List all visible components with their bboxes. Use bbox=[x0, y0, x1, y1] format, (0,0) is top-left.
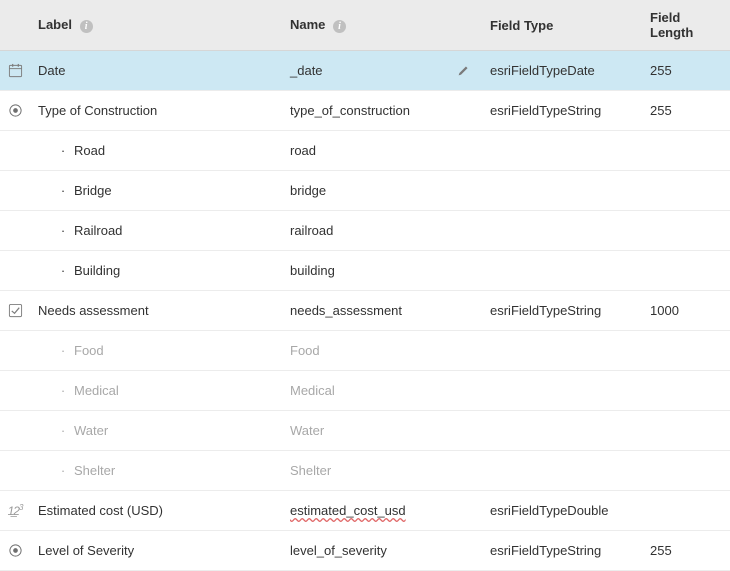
field-length: 255 bbox=[650, 535, 720, 566]
field-name: type_of_construction bbox=[290, 95, 490, 126]
field-length bbox=[650, 503, 720, 519]
field-type: esriFieldTypeDate bbox=[490, 55, 650, 86]
field-name: needs_assessment bbox=[290, 295, 490, 326]
choice-label: ·Railroad bbox=[36, 215, 290, 246]
field-length: 255 bbox=[650, 55, 720, 86]
table-row[interactable]: Needs assessment needs_assessment esriFi… bbox=[0, 291, 730, 331]
choice-row[interactable]: ·Medical Medical bbox=[0, 371, 730, 411]
choice-name: Shelter bbox=[290, 455, 490, 486]
field-name-cell: _date bbox=[290, 55, 490, 86]
choice-row[interactable]: ·Building building bbox=[0, 251, 730, 291]
choice-row[interactable]: ·Water Water bbox=[0, 411, 730, 451]
choice-label: ·Food bbox=[36, 335, 290, 366]
field-length: 255 bbox=[650, 95, 720, 126]
field-type: esriFieldTypeString bbox=[490, 295, 650, 326]
choice-row[interactable]: ·Food Food bbox=[0, 331, 730, 371]
header-label[interactable]: Label i bbox=[36, 7, 290, 42]
table-row[interactable]: Date _date esriFieldTypeDate 255 bbox=[0, 51, 730, 91]
field-name: _date bbox=[290, 63, 323, 78]
choice-name: road bbox=[290, 135, 490, 166]
field-label: Level of Severity bbox=[36, 535, 290, 566]
radio-icon bbox=[0, 535, 36, 566]
table-row[interactable]: Level of Severity level_of_severity esri… bbox=[0, 531, 730, 571]
field-name: estimated_cost_usd bbox=[290, 495, 490, 526]
table-row[interactable]: Type of Construction type_of_constructio… bbox=[0, 91, 730, 131]
field-label: Estimated cost (USD) bbox=[36, 495, 290, 526]
fields-table: Label i Name i Field Type Field Length D… bbox=[0, 0, 730, 571]
choice-name: railroad bbox=[290, 215, 490, 246]
choice-name: Water bbox=[290, 415, 490, 446]
choice-label: ·Medical bbox=[36, 375, 290, 406]
choice-name: Food bbox=[290, 335, 490, 366]
choice-label: ·Bridge bbox=[36, 175, 290, 206]
header-fieldtype[interactable]: Field Type bbox=[490, 8, 650, 43]
field-name: level_of_severity bbox=[290, 535, 490, 566]
choice-label: ·Shelter bbox=[36, 455, 290, 486]
choice-row[interactable]: ·Railroad railroad bbox=[0, 211, 730, 251]
choice-row[interactable]: ·Road road bbox=[0, 131, 730, 171]
numeric-icon: 1͟23 bbox=[0, 495, 36, 526]
field-label: Type of Construction bbox=[36, 95, 290, 126]
field-type: esriFieldTypeString bbox=[490, 95, 650, 126]
calendar-icon bbox=[0, 55, 36, 86]
field-label: Date bbox=[36, 55, 290, 86]
field-type: esriFieldTypeString bbox=[490, 535, 650, 566]
choice-label: ·Road bbox=[36, 135, 290, 166]
choice-name: bridge bbox=[290, 175, 490, 206]
header-fieldlength-text: Field Length bbox=[650, 10, 693, 40]
choice-name: Medical bbox=[290, 375, 490, 406]
header-blank bbox=[0, 15, 36, 35]
header-name-text: Name bbox=[290, 17, 325, 32]
choice-name: building bbox=[290, 255, 490, 286]
field-type: esriFieldTypeDouble bbox=[490, 495, 650, 526]
info-icon[interactable]: i bbox=[333, 20, 346, 33]
pencil-icon[interactable] bbox=[457, 64, 470, 77]
checkbox-icon bbox=[0, 295, 36, 326]
choice-label: ·Water bbox=[36, 415, 290, 446]
choice-row[interactable]: ·Shelter Shelter bbox=[0, 451, 730, 491]
field-length: 1000 bbox=[650, 295, 720, 326]
table-header-row: Label i Name i Field Type Field Length bbox=[0, 0, 730, 51]
header-fieldlength[interactable]: Field Length bbox=[650, 0, 720, 50]
header-fieldtype-text: Field Type bbox=[490, 18, 553, 33]
field-label: Needs assessment bbox=[36, 295, 290, 326]
header-label-text: Label bbox=[38, 17, 72, 32]
choice-label: ·Building bbox=[36, 255, 290, 286]
choice-row[interactable]: ·Bridge bridge bbox=[0, 171, 730, 211]
info-icon[interactable]: i bbox=[80, 20, 93, 33]
table-row[interactable]: 1͟23 Estimated cost (USD) estimated_cost… bbox=[0, 491, 730, 531]
header-name[interactable]: Name i bbox=[290, 7, 490, 42]
radio-icon bbox=[0, 95, 36, 126]
